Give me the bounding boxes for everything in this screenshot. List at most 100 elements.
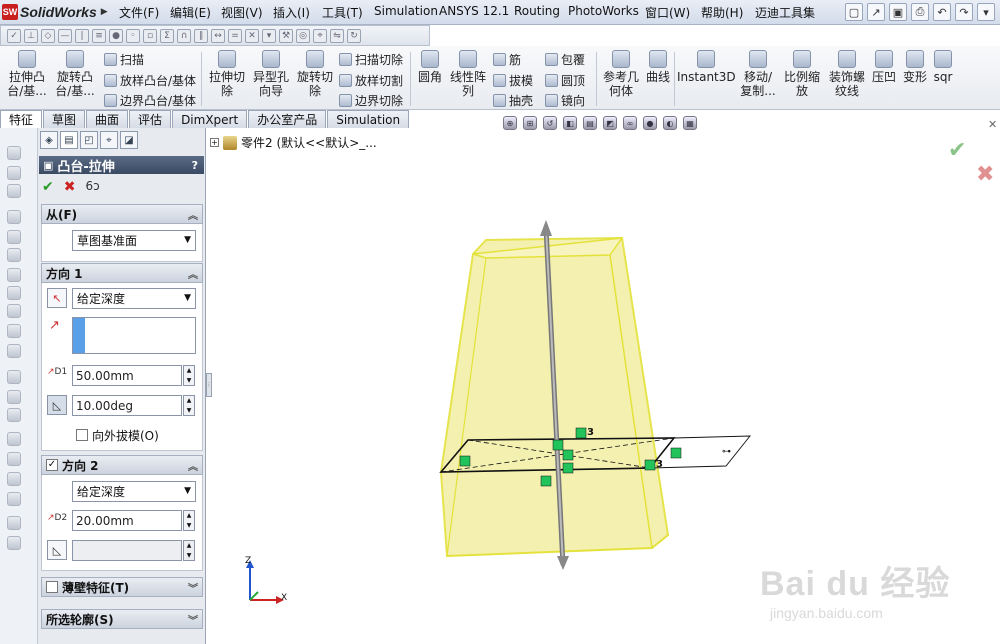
collinear-icon[interactable]: ≡ (92, 28, 106, 43)
display-style-icon[interactable]: ◩ (603, 116, 617, 130)
deform-button[interactable]: 变形 (900, 50, 930, 84)
direction2-depth-field[interactable]: 20.00mm (72, 510, 182, 531)
apply-scene-icon[interactable]: ◐ (663, 116, 677, 130)
sweep-button[interactable]: 扫描 (104, 51, 144, 68)
thin-feature-section-header[interactable]: 薄壁特征(T) ︾ (41, 577, 203, 597)
direction1-end-condition-dropdown[interactable]: 给定深度 ▼ (72, 288, 196, 309)
tab-features[interactable]: 特征 (0, 110, 43, 128)
direction2-section-header[interactable]: ✓ 方向 2 ︽ (41, 455, 203, 475)
mirror-sketch-icon[interactable]: ⇋ (330, 28, 344, 43)
strip-draft-icon[interactable] (7, 432, 21, 446)
dimension-icon[interactable]: ◇ (41, 28, 55, 43)
tab-evaluate[interactable]: 评估 (129, 110, 172, 128)
view-orientation-icon[interactable]: ▤ (583, 116, 597, 130)
loft-button[interactable]: 放样凸台/基体 (104, 72, 196, 89)
scale-button[interactable]: 比例缩 放 (781, 50, 823, 98)
menu-window[interactable]: 窗口(W) (645, 4, 690, 21)
zoom-to-fit-icon[interactable]: ⊕ (503, 116, 517, 130)
direction2-depth-spinner[interactable]: ▲ ▼ (183, 510, 195, 531)
expand-tree-icon[interactable]: + (210, 138, 219, 147)
instant3d-button[interactable]: Instant3D (677, 50, 736, 84)
strip-mirror-icon[interactable] (7, 390, 21, 404)
menu-routing[interactable]: Routing (514, 4, 560, 18)
collapse-chevron-icon[interactable]: ︽ (188, 207, 198, 222)
direction1-draft-angle-field[interactable]: 10.00deg (72, 395, 182, 416)
app-logo[interactable]: SW SolidWorks ▶ (2, 2, 110, 22)
options-icon[interactable]: ▾ (977, 3, 995, 21)
strip-hole-icon[interactable] (7, 230, 21, 244)
detailed-preview-icon[interactable]: 6ↄ (85, 179, 99, 195)
hide-show-items-icon[interactable]: ∞ (623, 116, 637, 130)
reference-geometry-button[interactable]: 参考几 何体 (599, 50, 643, 98)
selected-contours-section-header[interactable]: 所选轮廓(S) ︾ (41, 609, 203, 629)
tab-dimxpert[interactable]: DimXpert (172, 110, 248, 128)
strip-wrap-icon[interactable] (7, 492, 21, 506)
menu-view[interactable]: 视图(V) (221, 4, 263, 21)
draft-on-off-icon[interactable]: ◺ (47, 395, 67, 415)
parallel-icon[interactable]: ∥ (194, 28, 208, 43)
menu-file[interactable]: 文件(F) (119, 4, 159, 21)
draft-outward-checkbox[interactable] (76, 429, 88, 441)
display-icon[interactable]: ◎ (296, 28, 310, 43)
smart-dim-icon[interactable]: ⌖ (313, 28, 327, 43)
help-button[interactable]: ? (192, 159, 198, 172)
part-name[interactable]: 零件2 (默认<<默认>_... (241, 134, 377, 151)
rebuild-icon[interactable]: ↻ (347, 28, 361, 43)
open-icon[interactable]: ↗ (867, 3, 885, 21)
property-manager-tab-icon[interactable]: ▤ (60, 131, 78, 149)
menu-photoworks[interactable]: PhotoWorks (568, 4, 639, 18)
direction1-depth-spinner[interactable]: ▲ ▼ (183, 365, 195, 386)
hole-wizard-button[interactable]: 异型孔 向导 (249, 50, 293, 98)
cancel-x-icon[interactable]: ✖ (64, 179, 76, 195)
coincident-icon[interactable]: ● (109, 28, 123, 43)
boundary-boss-button[interactable]: 边界凸台/基体 (104, 92, 196, 109)
ok-checkmark-icon[interactable]: ✔ (42, 179, 54, 195)
fillet-button[interactable]: 圆角 (414, 50, 446, 84)
repair-icon[interactable]: ⚒ (279, 28, 293, 43)
strip-cut-icon[interactable] (7, 210, 21, 224)
tab-surfaces[interactable]: 曲面 (86, 110, 129, 128)
new-document-icon[interactable]: ▢ (845, 3, 863, 21)
extrude-boss-button[interactable]: 拉伸凸 台/基... (4, 50, 50, 98)
confirmation-ok-icon[interactable]: ✔ (948, 138, 966, 163)
menu-simulation[interactable]: Simulation (374, 4, 438, 18)
tab-simulation[interactable]: Simulation (327, 110, 410, 128)
strip-reference-icon[interactable] (7, 516, 21, 530)
previous-view-icon[interactable]: ↺ (543, 116, 557, 130)
app-menu-arrow-icon[interactable]: ▶ (101, 7, 108, 17)
equal-icon[interactable]: = (228, 28, 242, 43)
direction2-draft-angle-spinner[interactable]: ▲ ▼ (183, 540, 195, 561)
wrap-button[interactable]: 包覆 (545, 51, 585, 68)
menu-insert[interactable]: 插入(I) (273, 4, 310, 21)
redo-icon[interactable]: ↷ (955, 3, 973, 21)
panel-collapse-handle[interactable]: ⋮ (206, 373, 212, 397)
tab-office-products[interactable]: 办公室产品 (248, 110, 327, 128)
check-sketch-icon[interactable]: ✓ (7, 28, 21, 43)
mirror-button[interactable]: 镜向 (545, 92, 585, 109)
confirmation-cancel-icon[interactable]: ✖ (976, 162, 994, 187)
menu-help[interactable]: 帮助(H) (701, 4, 743, 21)
dropdown-icon[interactable]: ▾ (262, 28, 276, 43)
window-close-icon[interactable]: ✕ (988, 118, 997, 131)
boundary-cut-button[interactable]: 边界切除 (339, 92, 403, 109)
edit-appearance-icon[interactable]: ● (643, 116, 657, 130)
move-copy-button[interactable]: 移动/ 复制... (737, 50, 779, 98)
display-manager-tab-icon[interactable]: ◪ (120, 131, 138, 149)
extrude-cut-button[interactable]: 拉伸切 除 (205, 50, 249, 98)
sum-icon[interactable]: Σ (160, 28, 174, 43)
strip-rib-icon[interactable] (7, 408, 21, 422)
strip-revolve-icon[interactable] (7, 166, 21, 180)
fix-icon[interactable]: ▫ (143, 28, 157, 43)
dome-button[interactable]: 圆顶 (545, 72, 585, 89)
section-view-icon[interactable]: ◧ (563, 116, 577, 130)
curves-button[interactable]: 曲线 (643, 50, 673, 84)
strip-boundary-cut-icon[interactable] (7, 304, 21, 318)
strip-curves-icon[interactable] (7, 536, 21, 550)
rib-button[interactable]: 筋 (493, 51, 521, 68)
midpoint-icon[interactable]: ◦ (126, 28, 140, 43)
menu-maidi-tools[interactable]: 迈迪工具集 (755, 4, 815, 21)
tangent-icon[interactable]: ∩ (177, 28, 191, 43)
swept-cut-button[interactable]: 扫描切除 (339, 51, 403, 68)
reverse-direction-icon[interactable]: ↖ (47, 288, 67, 308)
direction1-depth-field[interactable]: 50.00mm (72, 365, 182, 386)
